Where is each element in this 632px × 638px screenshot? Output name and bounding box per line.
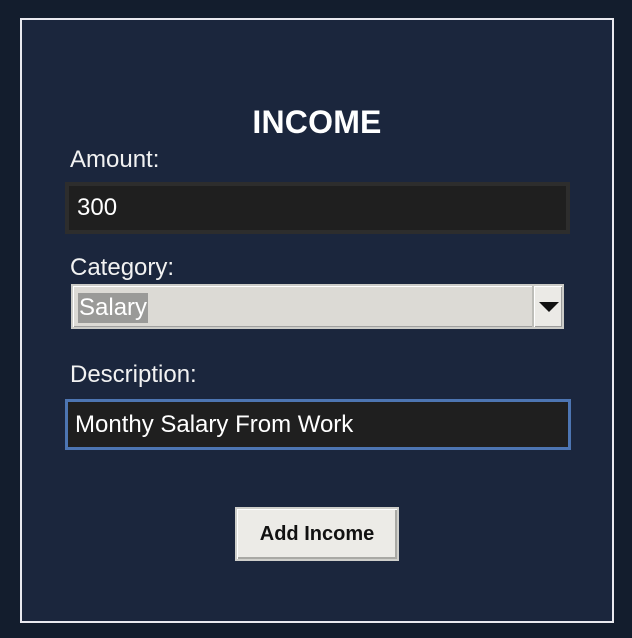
description-label: Description:	[70, 361, 197, 388]
income-form-panel: INCOME Amount: Category: Salary Descript…	[20, 18, 614, 623]
category-label: Category:	[70, 254, 175, 281]
page-title: INCOME	[252, 104, 382, 140]
description-input[interactable]	[65, 399, 571, 450]
chevron-down-icon	[539, 302, 559, 312]
add-income-button[interactable]: Add Income	[235, 507, 399, 561]
category-dropdown-button[interactable]	[532, 286, 562, 327]
amount-input[interactable]	[65, 182, 570, 234]
category-selected-value: Salary	[78, 293, 149, 323]
app-window: INCOME Amount: Category: Salary Descript…	[0, 0, 632, 638]
category-dropdown[interactable]: Salary	[71, 284, 564, 329]
amount-label: Amount:	[70, 146, 160, 173]
